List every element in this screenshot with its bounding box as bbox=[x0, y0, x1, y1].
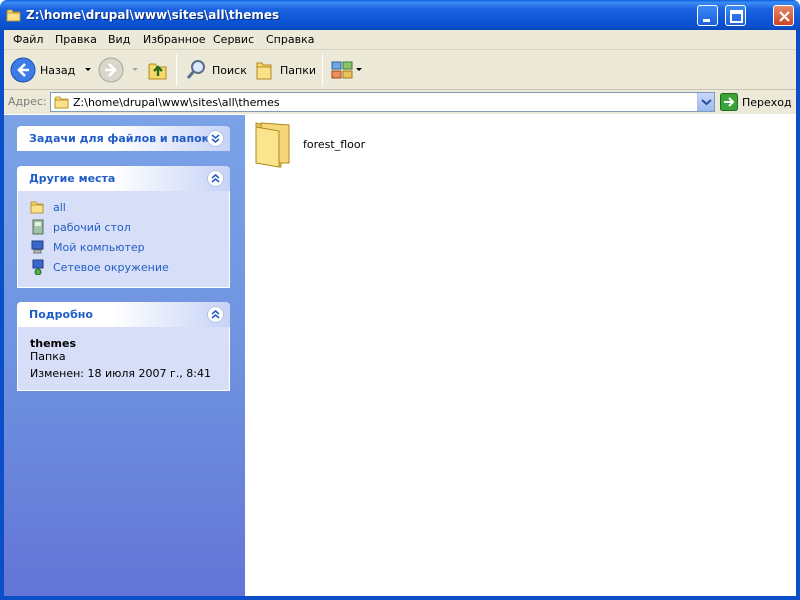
other-places-panel-header[interactable]: Другие места bbox=[17, 166, 230, 191]
place-link-desktop[interactable]: рабочий стол bbox=[30, 219, 131, 235]
place-link-my-computer[interactable]: Мой компьютер bbox=[30, 239, 145, 255]
minimize-button[interactable] bbox=[697, 5, 718, 26]
details-name: themes bbox=[30, 337, 77, 350]
chevron-double-up-icon bbox=[211, 173, 220, 183]
chevron-down-icon bbox=[356, 68, 362, 71]
place-link-all[interactable]: all bbox=[30, 199, 66, 215]
place-link-network[interactable]: Сетевое окружение bbox=[30, 259, 169, 275]
place-label: рабочий стол bbox=[53, 220, 131, 234]
up-folder-icon bbox=[148, 63, 167, 80]
folder-icon bbox=[255, 122, 290, 168]
search-label: Поиск bbox=[212, 63, 247, 77]
place-label: Мой компьютер bbox=[53, 240, 145, 254]
file-list: forest_floor bbox=[245, 115, 796, 596]
folder-icon bbox=[30, 201, 44, 214]
folders-label: Папки bbox=[280, 63, 316, 77]
search-icon bbox=[186, 60, 205, 79]
details-panel: Подробно themes Папка Изменен: 18 июля 2… bbox=[17, 302, 230, 391]
chevron-double-up-icon bbox=[211, 309, 220, 319]
menu-edit[interactable]: Правка bbox=[55, 33, 97, 46]
folders-icon bbox=[256, 62, 272, 80]
details-panel-title: Подробно bbox=[29, 308, 93, 321]
address-value: Z:\home\drupal\www\sites\all\themes bbox=[73, 96, 280, 109]
title-bar[interactable]: Z:\home\drupal\www\sites\all\themes bbox=[0, 0, 800, 30]
minimize-icon bbox=[703, 19, 710, 22]
address-dropdown-button[interactable] bbox=[697, 93, 714, 111]
menu-view[interactable]: Вид bbox=[108, 33, 130, 46]
folders-button[interactable]: Папки bbox=[254, 52, 316, 88]
details-body: themes Папка Изменен: 18 июля 2007 г., 8… bbox=[17, 327, 230, 391]
views-button[interactable] bbox=[330, 52, 364, 88]
address-label: Адрес: bbox=[8, 95, 47, 108]
folder-item[interactable]: forest_floor bbox=[253, 119, 365, 169]
folder-icon bbox=[54, 96, 69, 109]
window-frame-right bbox=[796, 30, 800, 600]
collapse-button[interactable] bbox=[207, 306, 224, 323]
forward-button[interactable] bbox=[98, 52, 142, 88]
chevron-down-icon bbox=[132, 68, 138, 71]
menu-bar: Файл Правка Вид Избранное Сервис Справка bbox=[4, 30, 796, 50]
views-icon bbox=[331, 61, 353, 79]
other-places-panel-title: Другие места bbox=[29, 172, 116, 185]
other-places-list: all рабочий стол Мой компьютер Сетевое о… bbox=[17, 191, 230, 288]
desktop-icon bbox=[32, 219, 44, 235]
collapse-button[interactable] bbox=[207, 170, 224, 187]
search-button[interactable]: Поиск bbox=[184, 52, 247, 88]
close-button[interactable] bbox=[773, 5, 794, 26]
toolbar-separator bbox=[176, 54, 177, 86]
toolbar: Назад Поиск Папки bbox=[4, 50, 796, 90]
expand-button[interactable] bbox=[207, 130, 224, 147]
details-modified: Изменен: 18 июля 2007 г., 8:41 bbox=[30, 367, 212, 380]
folder-name: forest_floor bbox=[303, 137, 366, 151]
menu-tools[interactable]: Сервис bbox=[213, 33, 254, 46]
back-button[interactable]: Назад bbox=[10, 52, 95, 88]
back-arrow-icon bbox=[10, 57, 36, 83]
menu-help[interactable]: Справка bbox=[266, 33, 314, 46]
window-title: Z:\home\drupal\www\sites\all\themes bbox=[26, 8, 280, 22]
menu-file[interactable]: Файл bbox=[13, 33, 43, 46]
go-label: Переход bbox=[742, 95, 792, 109]
address-bar: Адрес: Z:\home\drupal\www\sites\all\them… bbox=[4, 90, 796, 114]
back-label: Назад bbox=[40, 63, 76, 77]
details-panel-header[interactable]: Подробно bbox=[17, 302, 230, 327]
chevron-down-icon bbox=[701, 99, 712, 106]
restore-icon bbox=[730, 10, 743, 23]
other-places-panel: Другие места all рабочий стол Мой компью… bbox=[17, 166, 230, 288]
forward-arrow-icon bbox=[98, 57, 124, 83]
place-label: all bbox=[53, 200, 66, 214]
up-folder-button[interactable] bbox=[146, 52, 170, 88]
chevron-double-down-icon bbox=[211, 134, 220, 144]
menu-favorites[interactable]: Избранное bbox=[143, 33, 205, 46]
restore-button[interactable] bbox=[725, 5, 746, 26]
address-input[interactable]: Z:\home\drupal\www\sites\all\themes bbox=[50, 92, 715, 112]
toolbar-separator bbox=[322, 54, 323, 86]
go-arrow-icon bbox=[720, 93, 738, 111]
task-pane: Задачи для файлов и папок Другие места a… bbox=[4, 115, 245, 596]
chevron-down-icon bbox=[85, 68, 92, 71]
place-label: Сетевое окружение bbox=[53, 260, 169, 274]
window-frame-bottom bbox=[0, 596, 800, 600]
details-type: Папка bbox=[30, 350, 66, 363]
tasks-panel: Задачи для файлов и папок bbox=[17, 126, 230, 151]
folder-icon bbox=[6, 9, 21, 22]
close-icon bbox=[779, 11, 790, 22]
network-icon bbox=[32, 259, 44, 275]
tasks-panel-title: Задачи для файлов и папок bbox=[29, 132, 210, 145]
go-button[interactable]: Переход bbox=[720, 93, 792, 111]
my-computer-icon bbox=[31, 240, 44, 254]
tasks-panel-header[interactable]: Задачи для файлов и папок bbox=[17, 126, 230, 151]
